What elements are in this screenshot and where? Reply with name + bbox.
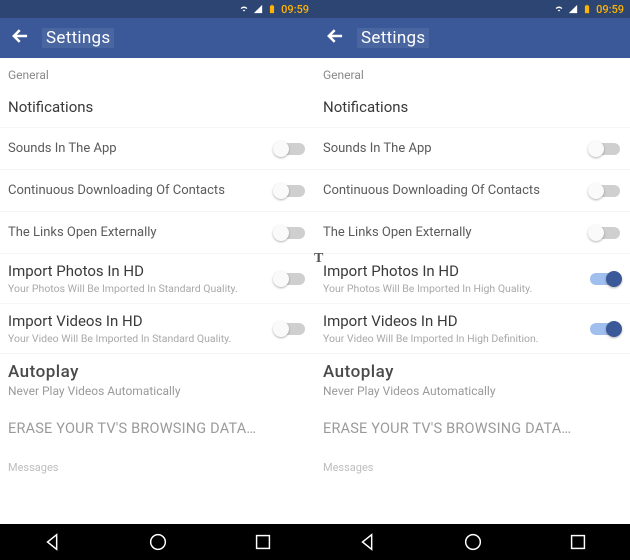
photos-sub: Your Photos Will Be Imported In Standard… (8, 282, 275, 295)
contacts-label: Continuous Downloading Of Contacts (323, 183, 590, 198)
autoplay-label: Autoplay (8, 362, 305, 382)
row-photos[interactable]: Import Photos In HD Your Photos Will Be … (315, 254, 630, 304)
photos-switch[interactable] (275, 273, 305, 285)
section-general: General (315, 58, 630, 86)
autoplay-sub: Never Play Videos Automatically (8, 384, 305, 398)
nav-back-icon[interactable] (39, 528, 67, 556)
status-time: 09:59 (596, 3, 624, 16)
sounds-label: Sounds In The App (8, 141, 275, 156)
status-time: 09:59 (281, 3, 309, 16)
wifi-icon (239, 4, 249, 14)
status-bar: 09:59 (315, 0, 630, 18)
android-navbar (0, 524, 630, 560)
row-autoplay[interactable]: Autoplay Never Play Videos Automatically (0, 354, 315, 406)
notifications-label: Notifications (8, 98, 305, 116)
photos-label: Import Photos In HD (8, 262, 275, 280)
row-contacts[interactable]: Continuous Downloading Of Contacts (315, 170, 630, 212)
videos-switch[interactable] (590, 323, 620, 335)
erase-data[interactable]: ERASE YOUR TV'S BROWSING DATA… (315, 406, 630, 451)
watermark-t: T (314, 251, 323, 267)
section-general: General (0, 58, 315, 86)
screen-right: 09:59 Settings General Notifications Sou… (315, 0, 630, 524)
back-icon[interactable] (325, 26, 345, 50)
signal-icon (253, 4, 263, 14)
row-autoplay[interactable]: Autoplay Never Play Videos Automatically (315, 354, 630, 406)
row-contacts[interactable]: Continuous Downloading Of Contacts (0, 170, 315, 212)
wifi-icon (554, 4, 564, 14)
sounds-label: Sounds In The App (323, 141, 590, 156)
sounds-switch[interactable] (275, 143, 305, 155)
nav-back-icon[interactable] (354, 528, 382, 556)
videos-label: Import Videos In HD (323, 312, 590, 330)
links-switch[interactable] (275, 227, 305, 239)
links-switch[interactable] (590, 227, 620, 239)
videos-label: Import Videos In HD (8, 312, 275, 330)
row-notifications[interactable]: Notifications (315, 86, 630, 128)
row-sounds[interactable]: Sounds In The App (315, 128, 630, 170)
autoplay-sub: Never Play Videos Automatically (323, 384, 620, 398)
erase-data[interactable]: ERASE YOUR TV'S BROWSING DATA… (0, 406, 315, 451)
battery-icon (267, 4, 277, 14)
battery-icon (582, 4, 592, 14)
row-notifications[interactable]: Notifications (0, 86, 315, 128)
photos-sub: Your Photos Will Be Imported In High Qua… (323, 282, 590, 295)
nav-home-icon[interactable] (144, 528, 172, 556)
appbar-title: Settings (357, 28, 429, 48)
messages-section: Messages (0, 451, 315, 484)
status-bar: 09:59 (0, 0, 315, 18)
videos-sub: Your Video Will Be Imported In Standard … (8, 332, 275, 345)
row-links[interactable]: The Links Open Externally (315, 212, 630, 254)
contacts-switch[interactable] (590, 185, 620, 197)
contacts-switch[interactable] (275, 185, 305, 197)
contacts-label: Continuous Downloading Of Contacts (8, 183, 275, 198)
screen-left: 09:59 Settings General Notifications Sou… (0, 0, 315, 524)
row-sounds[interactable]: Sounds In The App (0, 128, 315, 170)
app-bar: Settings (0, 18, 315, 58)
notifications-label: Notifications (323, 98, 620, 116)
videos-sub: Your Video Will Be Imported In High Defi… (323, 332, 590, 345)
row-videos[interactable]: Import Videos In HD Your Video Will Be I… (315, 304, 630, 354)
photos-switch[interactable] (590, 273, 620, 285)
signal-icon (568, 4, 578, 14)
autoplay-label: Autoplay (323, 362, 620, 382)
nav-recent-icon[interactable] (249, 528, 277, 556)
links-label: The Links Open Externally (8, 225, 275, 240)
nav-home-icon[interactable] (459, 528, 487, 556)
links-label: The Links Open Externally (323, 225, 590, 240)
app-bar: Settings (315, 18, 630, 58)
row-photos[interactable]: Import Photos In HD Your Photos Will Be … (0, 254, 315, 304)
photos-label: Import Photos In HD (323, 262, 590, 280)
row-videos[interactable]: Import Videos In HD Your Video Will Be I… (0, 304, 315, 354)
nav-recent-icon[interactable] (564, 528, 592, 556)
sounds-switch[interactable] (590, 143, 620, 155)
videos-switch[interactable] (275, 323, 305, 335)
row-links[interactable]: The Links Open Externally (0, 212, 315, 254)
appbar-title: Settings (42, 28, 114, 48)
messages-section: Messages (315, 451, 630, 484)
back-icon[interactable] (10, 26, 30, 50)
